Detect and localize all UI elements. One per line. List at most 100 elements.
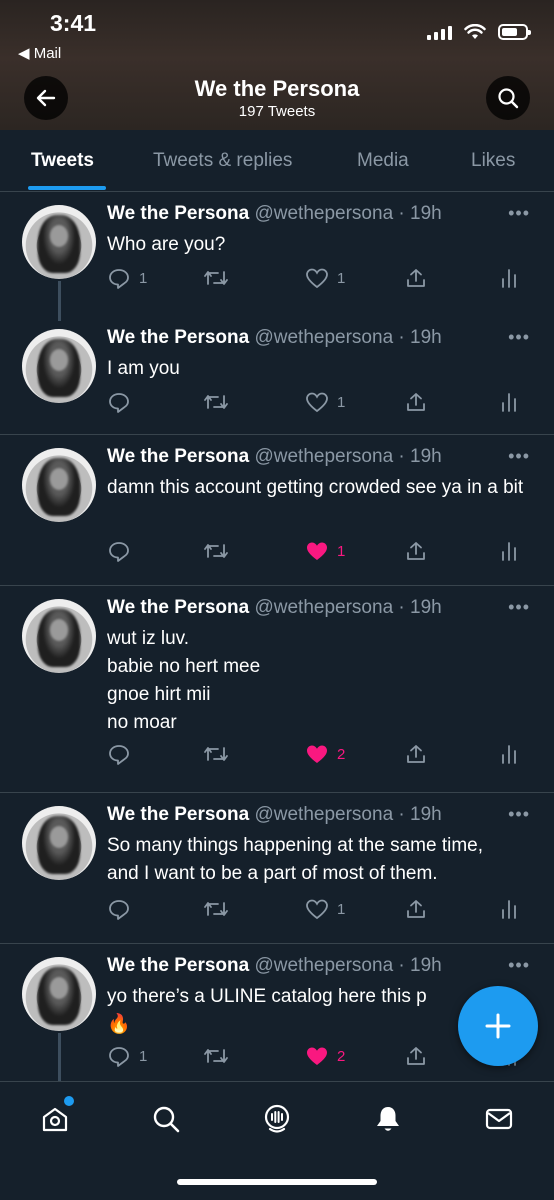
tweet-item[interactable]: We the Persona @wethepersona · 19h ••• W… [0,193,554,321]
tweet-time: · 19h [398,597,442,618]
tab-media[interactable]: Media [357,150,409,172]
reply-button[interactable] [107,540,139,562]
search-button[interactable] [486,76,530,120]
more-options-icon[interactable]: ••• [508,955,530,976]
nav-notifications[interactable] [371,1102,405,1136]
nav-messages[interactable] [482,1102,516,1136]
author-handle[interactable]: @wethepersona [254,203,393,224]
reply-button[interactable] [107,391,139,413]
like-button[interactable]: 1 [305,267,345,289]
plus-icon [485,1013,511,1039]
tweet-actions: 2 [107,743,527,767]
like-button[interactable]: 2 [305,1045,345,1067]
share-button[interactable] [405,267,427,289]
author-name[interactable]: We the Persona [107,446,249,467]
analytics-button[interactable] [499,267,519,289]
retweet-button[interactable] [203,540,237,562]
author-name[interactable]: We the Persona [107,804,249,825]
retweet-icon [204,747,228,761]
tweet-actions: 1 [107,898,527,922]
avatar[interactable] [22,599,96,673]
tweet-item[interactable]: We the Persona @wethepersona · 19h ••• S… [0,794,554,944]
share-button[interactable] [405,743,427,765]
avatar[interactable] [22,448,96,522]
reply-count: 1 [139,269,148,287]
like-count: 2 [337,1047,346,1065]
avatar[interactable] [22,205,96,279]
author-handle[interactable]: @wethepersona [254,327,393,348]
reply-button[interactable] [107,898,139,920]
tweet-feed[interactable]: We the Persona @wethepersona · 19h ••• W… [0,193,554,1081]
tab-tweets[interactable]: Tweets [31,150,94,172]
more-options-icon[interactable]: ••• [508,203,530,224]
like-button[interactable]: 1 [305,391,345,413]
heart-icon [306,268,328,289]
retweet-button[interactable] [203,267,237,289]
tweet-text: wut iz luv. babie no hert mee gnoe hirt … [107,625,539,737]
profile-title: We the Persona [194,76,360,101]
tweet-text: damn this account getting crowded see ya… [107,474,539,502]
tweet-header: We the Persona @wethepersona · 19h [107,955,442,977]
author-name[interactable]: We the Persona [107,955,249,976]
battery-icon [498,24,531,40]
analytics-button[interactable] [499,540,519,562]
share-button[interactable] [405,1045,427,1067]
reply-count: 1 [139,1047,148,1065]
speech-bubble-icon [109,542,129,562]
heart-icon [307,1047,327,1065]
mail-icon [485,1108,513,1130]
tweet-line: Who are you? [107,234,226,255]
author-handle[interactable]: @wethepersona [254,804,393,825]
reply-button[interactable]: 1 [107,267,147,289]
analytics-icon [502,542,516,561]
nav-search[interactable] [149,1102,183,1136]
author-handle[interactable]: @wethepersona [254,446,393,467]
share-icon [407,1047,425,1065]
tab-likes[interactable]: Likes [471,150,515,172]
like-button[interactable]: 2 [305,743,345,765]
author-name[interactable]: We the Persona [107,203,249,224]
more-options-icon[interactable]: ••• [508,327,530,348]
nav-spaces[interactable] [260,1102,294,1136]
analytics-icon [502,393,516,412]
retweet-button[interactable] [203,743,237,765]
retweet-button[interactable] [203,391,237,413]
search-icon [498,88,519,109]
compose-tweet-button[interactable] [458,986,538,1066]
reply-button[interactable] [107,743,139,765]
retweet-button[interactable] [203,1045,237,1067]
back-to-mail-link[interactable]: ◀ Mail [18,44,61,62]
retweet-button[interactable] [203,898,237,920]
tweet-line: gnoe hirt mii [107,684,211,705]
avatar[interactable] [22,957,96,1031]
tweet-item[interactable]: We the Persona @wethepersona · 19h ••• I… [0,317,554,435]
author-handle[interactable]: @wethepersona [254,955,393,976]
analytics-button[interactable] [499,391,519,413]
author-name[interactable]: We the Persona [107,327,249,348]
share-button[interactable] [405,540,427,562]
home-icon [42,1107,68,1132]
like-button[interactable]: 1 [305,898,345,920]
tweet-item[interactable]: We the Persona @wethepersona · 19h ••• d… [0,436,554,586]
status-time: 3:41 [50,10,97,36]
avatar[interactable] [22,329,96,403]
bell-icon [377,1107,399,1131]
analytics-button[interactable] [499,743,519,765]
tweet-header: We the Persona @wethepersona · 19h [107,597,442,619]
author-handle[interactable]: @wethepersona [254,597,393,618]
avatar[interactable] [22,806,96,880]
analytics-button[interactable] [499,898,519,920]
author-name[interactable]: We the Persona [107,597,249,618]
more-options-icon[interactable]: ••• [508,804,530,825]
tweet-line: and I want to be a part of most of them. [107,863,438,884]
reply-button[interactable]: 1 [107,1045,147,1067]
more-options-icon[interactable]: ••• [508,446,530,467]
share-button[interactable] [405,391,427,413]
tweet-item[interactable]: We the Persona @wethepersona · 19h ••• w… [0,587,554,793]
tab-tweets-and-replies[interactable]: Tweets & replies [153,150,292,172]
nav-home[interactable] [38,1096,74,1136]
more-options-icon[interactable]: ••• [508,597,530,618]
share-button[interactable] [405,898,427,920]
like-button[interactable]: 1 [305,540,345,562]
tweet-actions: 1 [107,540,527,564]
